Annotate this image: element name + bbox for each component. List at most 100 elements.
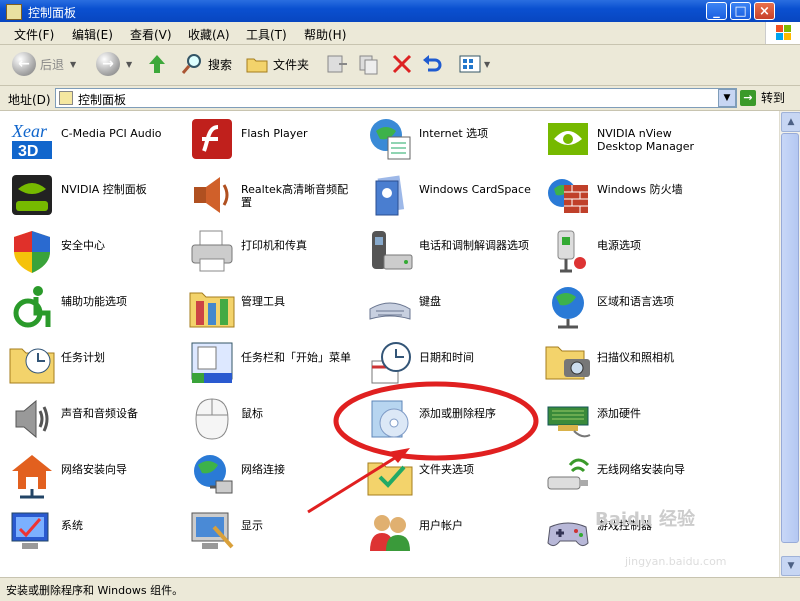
back-button[interactable]: ← 后退 ▼ bbox=[12, 49, 76, 79]
control-panel-item[interactable]: 辅助功能选项 bbox=[0, 281, 178, 333]
chevron-down-icon[interactable]: ▼ bbox=[484, 60, 490, 69]
menu-view[interactable]: 查看(V) bbox=[130, 26, 172, 43]
control-panel-item[interactable]: 电话和调制解调器选项 bbox=[358, 225, 536, 277]
security-shield-icon bbox=[8, 227, 56, 275]
network-setup-icon bbox=[8, 451, 56, 499]
copy-to-button[interactable] bbox=[357, 49, 381, 79]
control-panel-item[interactable]: Realtek高清晰音频配置 bbox=[180, 169, 358, 221]
delete-button[interactable] bbox=[390, 49, 414, 79]
control-panel-item-label: 扫描仪和照相机 bbox=[597, 351, 674, 364]
chevron-down-icon[interactable]: ▼ bbox=[126, 60, 132, 69]
forward-button[interactable]: → ▼ bbox=[96, 49, 132, 79]
control-panel-item[interactable]: 扫描仪和照相机 bbox=[536, 337, 714, 389]
control-panel-item-label: 显示 bbox=[241, 519, 263, 532]
menu-tools[interactable]: 工具(T) bbox=[246, 26, 287, 43]
control-panel-icon bbox=[6, 4, 22, 20]
control-panel-item[interactable]: 无线网络安装向导 bbox=[536, 449, 714, 501]
control-panel-item[interactable]: 区域和语言选项 bbox=[536, 281, 714, 333]
control-panel-item[interactable]: 网络安装向导 bbox=[0, 449, 178, 501]
control-panel-item[interactable]: Windows 防火墙 bbox=[536, 169, 714, 221]
control-panel-item-label: Flash Player bbox=[241, 127, 308, 140]
control-panel-item[interactable]: NVIDIA nView Desktop Manager bbox=[536, 113, 714, 165]
menu-edit[interactable]: 编辑(E) bbox=[72, 26, 113, 43]
control-panel-item[interactable]: 添加硬件 bbox=[536, 393, 714, 445]
delete-x-icon bbox=[392, 54, 412, 74]
folder-options-icon bbox=[366, 451, 414, 499]
accessibility-icon bbox=[8, 283, 56, 331]
control-panel-item[interactable]: Flash Player bbox=[180, 113, 358, 165]
maximize-button[interactable]: □ bbox=[730, 2, 751, 20]
network-connections-icon bbox=[188, 451, 236, 499]
control-panel-item-label: 键盘 bbox=[419, 295, 441, 308]
admin-tools-icon bbox=[188, 283, 236, 331]
svg-text:3D: 3D bbox=[18, 143, 38, 160]
control-panel-item-label: 系统 bbox=[61, 519, 83, 532]
title-bar[interactable]: 控制面板 _ □ × bbox=[0, 0, 800, 22]
scroll-thumb[interactable] bbox=[781, 133, 799, 543]
control-panel-item[interactable]: 网络连接 bbox=[180, 449, 358, 501]
control-panel-item[interactable]: 声音和音频设备 bbox=[0, 393, 178, 445]
speaker-icon bbox=[8, 395, 56, 443]
menu-help[interactable]: 帮助(H) bbox=[304, 26, 346, 43]
copy-to-icon bbox=[359, 55, 378, 75]
control-panel-item[interactable]: 添加或删除程序 bbox=[358, 393, 536, 445]
search-button[interactable]: 搜索 bbox=[180, 49, 232, 79]
address-dropdown-button[interactable]: ▼ bbox=[718, 89, 736, 107]
control-panel-item[interactable]: 日期和时间 bbox=[358, 337, 536, 389]
control-panel-item[interactable]: 用户帐户 bbox=[358, 505, 536, 557]
control-panel-item[interactable]: 系统 bbox=[0, 505, 178, 557]
control-panel-item-label: NVIDIA nView Desktop Manager bbox=[597, 127, 695, 153]
chevron-down-icon[interactable]: ▼ bbox=[70, 60, 76, 69]
control-panel-item[interactable]: 文件夹选项 bbox=[358, 449, 536, 501]
close-button[interactable]: × bbox=[754, 2, 775, 20]
control-panel-item[interactable]: Windows CardSpace bbox=[358, 169, 536, 221]
scroll-up-button[interactable]: ▲ bbox=[781, 112, 800, 132]
control-panel-item[interactable]: 键盘 bbox=[358, 281, 536, 333]
add-remove-programs-icon bbox=[366, 395, 414, 443]
address-value: 控制面板 bbox=[78, 93, 127, 107]
mouse-icon bbox=[188, 395, 236, 443]
add-hardware-icon bbox=[544, 395, 592, 443]
menu-bar: 文件(F) 编辑(E) 查看(V) 收藏(A) 工具(T) 帮助(H) bbox=[0, 22, 800, 45]
control-panel-item-label: Realtek高清晰音频配置 bbox=[241, 183, 349, 209]
scanner-camera-icon bbox=[544, 339, 592, 387]
control-panel-item[interactable]: 安全中心 bbox=[0, 225, 178, 277]
menu-favorites[interactable]: 收藏(A) bbox=[188, 26, 230, 43]
control-panel-item[interactable]: 打印机和传真 bbox=[180, 225, 358, 277]
nvidia-panel-icon bbox=[8, 171, 56, 219]
window-title: 控制面板 bbox=[28, 6, 77, 20]
svg-text:Xear: Xear bbox=[11, 121, 48, 141]
undo-button[interactable] bbox=[420, 49, 444, 79]
undo-icon bbox=[423, 55, 442, 72]
control-panel-item[interactable]: 显示 bbox=[180, 505, 358, 557]
control-panel-item[interactable]: 管理工具 bbox=[180, 281, 358, 333]
control-panel-item[interactable]: 鼠标 bbox=[180, 393, 358, 445]
scroll-down-button[interactable]: ▼ bbox=[781, 556, 800, 576]
control-panel-item-label: 安全中心 bbox=[61, 239, 105, 252]
menu-file[interactable]: 文件(F) bbox=[14, 26, 54, 43]
views-button[interactable]: ▼ bbox=[458, 49, 490, 79]
control-panel-item-label: 打印机和传真 bbox=[241, 239, 307, 252]
control-panel-item[interactable]: 任务栏和「开始」菜单 bbox=[180, 337, 358, 389]
minimize-button[interactable]: _ bbox=[706, 2, 727, 20]
status-text: 安装或删除程序和 Windows 组件。 bbox=[6, 584, 184, 597]
go-button[interactable]: → 转到 bbox=[740, 89, 785, 106]
move-to-icon bbox=[327, 55, 347, 73]
keyboard-icon bbox=[366, 283, 414, 331]
control-panel-item-label: 网络安装向导 bbox=[61, 463, 127, 476]
vertical-scrollbar[interactable]: ▲ ▼ bbox=[779, 111, 800, 577]
up-folder-button[interactable] bbox=[145, 49, 169, 79]
control-panel-item-label: 添加硬件 bbox=[597, 407, 641, 420]
control-panel-item-label: 管理工具 bbox=[241, 295, 285, 308]
control-panel-item[interactable]: Xear 3D C-Media PCI Audio bbox=[0, 113, 178, 165]
clock-icon bbox=[366, 339, 414, 387]
control-panel-item[interactable]: NVIDIA 控制面板 bbox=[0, 169, 178, 221]
control-panel-item[interactable]: 任务计划 bbox=[0, 337, 178, 389]
control-panel-item-label: NVIDIA 控制面板 bbox=[61, 183, 147, 196]
control-panel-item[interactable]: Internet 选项 bbox=[358, 113, 536, 165]
address-input[interactable]: 控制面板 bbox=[55, 88, 737, 108]
control-panel-item[interactable]: 电源选项 bbox=[536, 225, 714, 277]
folders-button[interactable]: 文件夹 bbox=[245, 49, 309, 79]
move-to-button[interactable] bbox=[325, 49, 349, 79]
taskbar-icon bbox=[188, 339, 236, 387]
